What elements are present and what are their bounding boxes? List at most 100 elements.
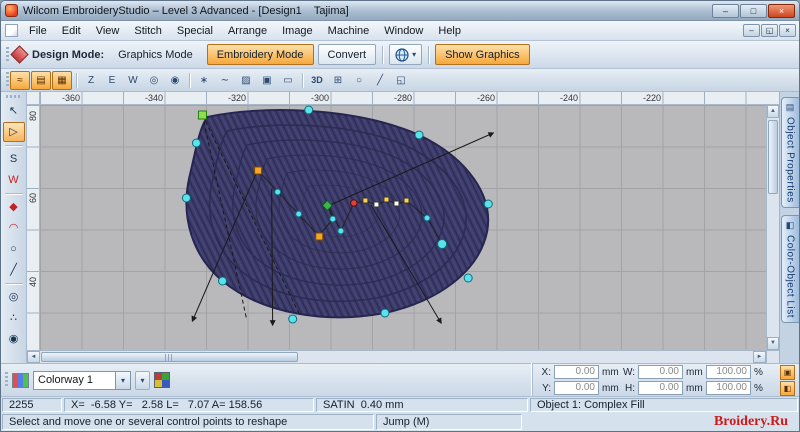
colorway-docker-icon[interactable]: [12, 372, 29, 388]
y-input[interactable]: 0.00: [554, 381, 599, 395]
outline-stitch-icon[interactable]: ▭: [278, 71, 298, 90]
toolbar-grip[interactable]: [6, 46, 9, 63]
menu-help[interactable]: Help: [431, 23, 468, 39]
separator: [4, 145, 23, 146]
wave-fill-icon[interactable]: ∼: [215, 71, 235, 90]
tatami-fill-icon[interactable]: ▦: [52, 70, 72, 90]
globe-dropdown-arrow[interactable]: ▾: [412, 50, 416, 59]
e-stitch-icon[interactable]: E: [102, 71, 122, 90]
toolbar-grip[interactable]: [5, 372, 8, 388]
colorway-menu-button[interactable]: ▾: [135, 370, 150, 390]
select-tool[interactable]: ↖: [3, 101, 25, 121]
design-canvas[interactable]: [40, 105, 766, 350]
v-ruler-number: 40: [28, 277, 38, 288]
grid-toggle-icon[interactable]: ⊞: [328, 71, 348, 90]
measure-icon[interactable]: ╱: [370, 71, 390, 90]
colorway-selected-value: Colorway 1: [38, 374, 94, 386]
menu-file[interactable]: File: [22, 23, 54, 39]
run-tool[interactable]: ╱: [3, 260, 25, 280]
maximize-button[interactable]: □: [740, 3, 767, 18]
close-button[interactable]: ×: [768, 3, 795, 18]
vertical-ruler: 80 60 40: [27, 105, 40, 350]
scale-h-input[interactable]: 100.00: [706, 381, 751, 395]
h-input[interactable]: 0.00: [638, 381, 683, 395]
motif-run-icon[interactable]: W: [123, 71, 143, 90]
star-fill-icon[interactable]: ∗: [194, 71, 214, 90]
x-input[interactable]: 0.00: [554, 365, 599, 379]
scroll-right-icon[interactable]: ►: [753, 351, 766, 363]
reshape-tool[interactable]: ▷: [2, 122, 25, 142]
run-stitch-icon[interactable]: ≈: [10, 70, 30, 90]
digitize-closed-tool[interactable]: ◆: [3, 197, 25, 217]
spiral-fill-icon[interactable]: ◉: [165, 71, 185, 90]
menu-view[interactable]: View: [89, 23, 127, 39]
zigzag-stitch-icon[interactable]: Z: [81, 71, 101, 90]
properties-icon: ▤: [785, 102, 795, 112]
holes-tool[interactable]: ◎: [3, 287, 25, 307]
tab-color-object-list[interactable]: ◧ Color-Object List: [780, 214, 799, 323]
applique-icon[interactable]: ▣: [257, 71, 277, 90]
menu-arrange[interactable]: Arrange: [221, 23, 274, 39]
horizontal-scroll-track[interactable]: [40, 351, 753, 363]
scale-w-input[interactable]: 100.00: [706, 365, 751, 379]
menu-image[interactable]: Image: [275, 23, 320, 39]
toolbar-grip[interactable]: [5, 95, 22, 98]
titlebar[interactable]: Wilcom EmbroideryStudio – Level 3 Advanc…: [1, 1, 799, 21]
mdi-minimize-button[interactable]: –: [743, 24, 760, 37]
mdi-restore-button[interactable]: ◱: [761, 24, 778, 37]
overview-window-icon[interactable]: ◱: [391, 71, 411, 90]
y-label: Y:: [542, 382, 551, 394]
document-icon: [5, 24, 18, 37]
colorway-select[interactable]: Colorway 1 ▾: [33, 370, 131, 390]
thread-colors-icon[interactable]: ▣: [780, 364, 795, 380]
horizontal-scrollbar[interactable]: ◄ ►: [27, 350, 779, 363]
menu-edit[interactable]: Edit: [55, 23, 88, 39]
node-tool[interactable]: ∴: [3, 308, 25, 328]
design-svg[interactable]: [40, 105, 766, 350]
hoop-globe-button[interactable]: ▾: [389, 44, 423, 65]
toolbar-grip[interactable]: [6, 72, 9, 88]
show-graphics-button[interactable]: Show Graphics: [435, 44, 530, 65]
v-ruler-number: 80: [28, 111, 38, 122]
stitch-edit-tool[interactable]: S: [3, 149, 25, 169]
watermark-area: Broidery.Ru: [524, 414, 798, 430]
satin-stitch-icon[interactable]: ▤: [31, 70, 51, 90]
menu-window[interactable]: Window: [377, 23, 430, 39]
lettering-tool[interactable]: W: [3, 170, 25, 190]
embroidery-object[interactable]: [185, 109, 490, 319]
convert-button[interactable]: Convert: [317, 44, 377, 65]
w-input[interactable]: 0.00: [638, 365, 683, 379]
mdi-close-button[interactable]: ×: [779, 24, 796, 37]
motif-fill-icon[interactable]: ▨: [236, 71, 256, 90]
digitize-open-tool[interactable]: ◠: [3, 218, 25, 238]
3d-view-icon[interactable]: 3D: [307, 71, 327, 90]
contour-fill-icon[interactable]: ◎: [144, 71, 164, 90]
h-ruler-number: -260: [477, 93, 496, 103]
zoom-tool[interactable]: ◉: [3, 329, 25, 349]
chevron-down-icon[interactable]: ▾: [115, 371, 130, 389]
scroll-left-icon[interactable]: ◄: [27, 351, 40, 363]
graphics-mode-button[interactable]: Graphics Mode: [108, 44, 203, 65]
color-palette-icon[interactable]: [154, 372, 170, 388]
vertical-scroll-thumb[interactable]: [768, 120, 778, 195]
menu-machine[interactable]: Machine: [321, 23, 377, 39]
cycle-colors-icon[interactable]: ◧: [780, 380, 795, 396]
embroidery-mode-button[interactable]: Embroidery Mode: [206, 44, 314, 65]
menu-special[interactable]: Special: [170, 23, 220, 39]
scroll-down-icon[interactable]: ▼: [767, 337, 779, 350]
canvas-row: 80 60 40 ▲ ▼: [27, 105, 779, 350]
vertical-scrollbar[interactable]: ▲ ▼: [766, 105, 779, 350]
scroll-up-icon[interactable]: ▲: [767, 105, 779, 118]
tab-object-properties[interactable]: ▤ Object Properties: [780, 97, 799, 208]
horizontal-scroll-thumb[interactable]: [41, 352, 298, 362]
vertical-scroll-track[interactable]: [767, 118, 779, 337]
dock-mini-buttons: ▣ ◧: [780, 364, 795, 396]
menubar: File Edit View Stitch Special Arrange Im…: [1, 21, 799, 41]
hoop-toggle-icon[interactable]: ○: [349, 71, 369, 90]
h-ruler-number: -320: [228, 93, 247, 103]
color-list-icon: ◧: [785, 219, 795, 230]
minimize-button[interactable]: –: [712, 3, 739, 18]
menu-stitch[interactable]: Stitch: [127, 23, 169, 39]
circle-tool[interactable]: ○: [3, 239, 25, 259]
tab-label: Object Properties: [784, 117, 796, 203]
